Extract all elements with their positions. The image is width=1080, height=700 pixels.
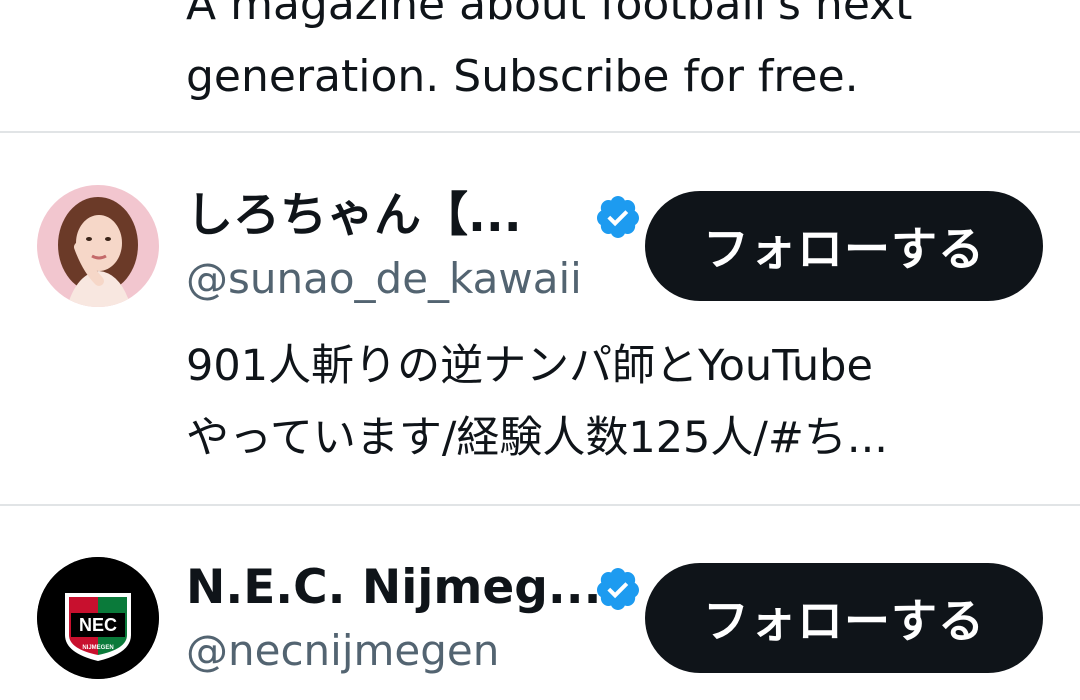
nec-logo-text: NEC [79, 615, 117, 635]
verified-badge-icon [596, 568, 639, 610]
account-bio: 901人斬りの逆ナンパ師とYouTube やっています/経験人数125人/#ち.… [186, 330, 1046, 474]
verified-badge-icon [596, 196, 639, 238]
follow-button[interactable]: フォローする [645, 563, 1043, 673]
bio-line-1: 901人斬りの逆ナンパ師とYouTube [186, 341, 873, 391]
previous-account-bio: A magazine about football's next generat… [186, 0, 1046, 113]
account-name[interactable]: N.E.C. Nijmeg... [186, 560, 601, 616]
nec-logo-subtext: NIJMEGEN [82, 645, 113, 651]
bio-line-2: やっています/経験人数125人/#ち... [186, 413, 888, 463]
avatar[interactable] [37, 185, 159, 307]
divider [0, 131, 1080, 133]
account-handle[interactable]: @sunao_de_kawaii [186, 254, 582, 304]
nec-logo-avatar[interactable]: NEC NIJMEGEN [37, 557, 159, 679]
previous-bio-line-2: generation. Subscribe for free. [186, 51, 859, 102]
account-name[interactable]: しろちゃん【... [186, 188, 522, 244]
divider [0, 504, 1080, 506]
follow-button[interactable]: フォローする [645, 191, 1043, 301]
account-handle[interactable]: @necnijmegen [186, 626, 499, 676]
previous-bio-line-1: A magazine about football's next [186, 0, 913, 30]
